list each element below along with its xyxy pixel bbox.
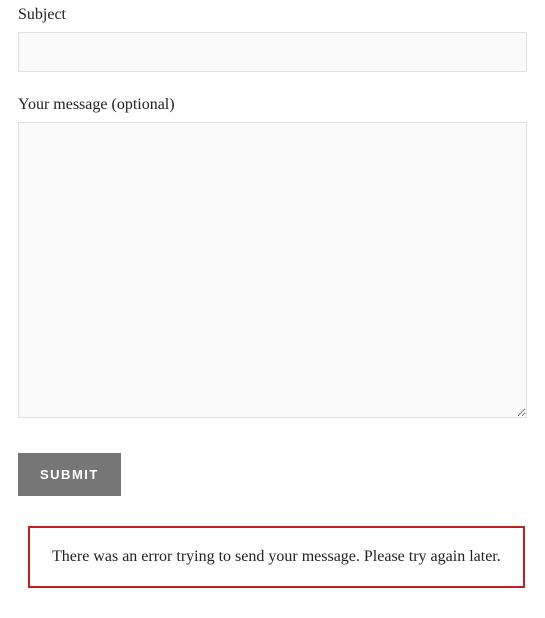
subject-field-group: Subject	[18, 6, 527, 72]
subject-input[interactable]	[18, 32, 527, 72]
contact-form: Subject Your message (optional) SUBMIT	[18, 6, 527, 496]
message-label: Your message (optional)	[18, 96, 527, 114]
submit-button[interactable]: SUBMIT	[18, 453, 121, 496]
message-field-group: Your message (optional)	[18, 96, 527, 423]
subject-label: Subject	[18, 6, 527, 24]
message-textarea[interactable]	[18, 122, 527, 418]
error-message-text: There was an error trying to send your m…	[52, 548, 501, 565]
error-message-box: There was an error trying to send your m…	[28, 526, 525, 588]
